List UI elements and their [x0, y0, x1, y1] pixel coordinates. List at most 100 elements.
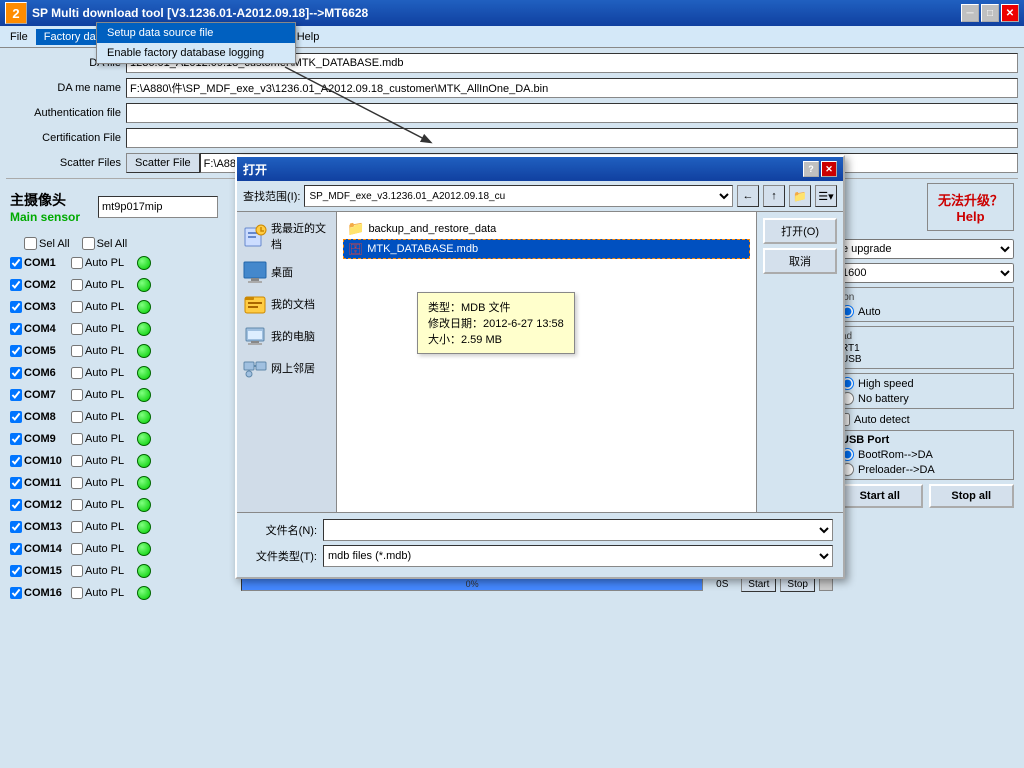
folder-backup-label: backup_and_restore_data — [368, 223, 496, 235]
com2-auto-checkbox[interactable] — [71, 279, 83, 291]
sensor-value-input[interactable] — [98, 196, 218, 218]
sidebar-network[interactable]: 网上邻居 — [237, 352, 336, 384]
da-name-input[interactable] — [126, 78, 1018, 98]
menu-setup-data-source[interactable]: Setup data source file — [97, 23, 295, 43]
com1-checkbox[interactable] — [10, 257, 22, 269]
cert-input[interactable] — [126, 128, 1018, 148]
com6-checkbox[interactable] — [10, 367, 22, 379]
com-row-2: COM2 Auto PL — [6, 274, 241, 296]
com6-label: COM6 — [24, 367, 69, 379]
start-all-button[interactable]: Start all — [837, 484, 923, 508]
nav-back-button[interactable]: ← — [737, 185, 759, 207]
com16-checkbox[interactable] — [10, 587, 22, 599]
auth-input[interactable] — [126, 103, 1018, 123]
com15-auto-checkbox[interactable] — [71, 565, 83, 577]
com-row-14: COM14 Auto PL — [6, 538, 241, 560]
com16-auto-checkbox[interactable] — [71, 587, 83, 599]
sidebar-my-docs[interactable]: 我的文档 — [237, 288, 336, 320]
file-mdb[interactable]: 🗄 MTK_DATABASE.mdb — [343, 239, 750, 259]
com11-auto-label: Auto PL — [85, 477, 135, 489]
com9-checkbox[interactable] — [10, 433, 22, 445]
com3-checkbox[interactable] — [10, 301, 22, 313]
com10-status-dot — [137, 454, 151, 468]
com4-checkbox[interactable] — [10, 323, 22, 335]
stop-all-button[interactable]: Stop all — [929, 484, 1015, 508]
sel-all-1[interactable]: Sel All — [24, 237, 70, 250]
dialog-cancel-button[interactable]: 取消 — [763, 248, 837, 274]
folder-backup[interactable]: 📁 backup_and_restore_data — [343, 218, 750, 239]
sidebar-desktop[interactable]: 桌面 — [237, 256, 336, 288]
com8-auto-checkbox[interactable] — [71, 411, 83, 423]
com4-auto-checkbox[interactable] — [71, 323, 83, 335]
window-icon: 2 — [5, 2, 27, 24]
com10-auto-checkbox[interactable] — [71, 455, 83, 467]
upgrade-help[interactable]: Help — [938, 209, 1003, 224]
dialog-help-button[interactable]: ? — [803, 161, 819, 177]
no-battery-option[interactable]: No battery — [841, 392, 1010, 405]
dialog-path-select[interactable]: SP_MDF_exe_v3.1236.01_A2012.09.18_cu — [304, 185, 733, 207]
com7-auto-checkbox[interactable] — [71, 389, 83, 401]
sidebar-recent-docs[interactable]: 我最近的文档 — [237, 216, 336, 256]
com9-auto-checkbox[interactable] — [71, 433, 83, 445]
com10-checkbox[interactable] — [10, 455, 22, 467]
close-button[interactable]: ✕ — [1001, 4, 1019, 22]
com14-label: COM14 — [24, 543, 69, 555]
maximize-button[interactable]: □ — [981, 4, 999, 22]
da-name-row: DA me name — [6, 77, 1018, 99]
com6-auto-checkbox[interactable] — [71, 367, 83, 379]
upgrade-label: 无法升级？ — [938, 190, 1003, 209]
com16-status-dot — [137, 586, 151, 600]
desktop-label: 桌面 — [271, 264, 293, 280]
menu-file[interactable]: File — [2, 29, 36, 45]
sel-all-2[interactable]: Sel All — [82, 237, 128, 250]
preloader-da-option[interactable]: Preloader-->DA — [841, 463, 1010, 476]
sel-all-checkbox-1[interactable] — [24, 237, 37, 250]
com11-auto-checkbox[interactable] — [71, 477, 83, 489]
com11-status-dot — [137, 476, 151, 490]
nav-up-button[interactable]: ↑ — [763, 185, 785, 207]
com12-checkbox[interactable] — [10, 499, 22, 511]
com15-checkbox[interactable] — [10, 565, 22, 577]
scatter-file-button[interactable]: Scatter File — [126, 153, 200, 173]
com14-checkbox[interactable] — [10, 543, 22, 555]
main-sensor-chinese: 主摄像头 — [10, 190, 66, 210]
upgrade-select[interactable]: e upgrade — [837, 239, 1014, 259]
high-speed-option[interactable]: High speed — [841, 377, 1010, 390]
com14-auto-checkbox[interactable] — [71, 543, 83, 555]
dialog-file-area: 📁 backup_and_restore_data 🗄 MTK_DATABASE… — [337, 212, 756, 512]
filename-input[interactable] — [323, 519, 833, 541]
com-row-12: COM12 Auto PL — [6, 494, 241, 516]
menu-enable-logging[interactable]: Enable factory database logging — [97, 43, 295, 63]
com2-checkbox[interactable] — [10, 279, 22, 291]
com3-label: COM3 — [24, 301, 69, 313]
minimize-button[interactable]: ─ — [961, 4, 979, 22]
filename-label: 文件名(N): — [247, 522, 317, 538]
right-settings-panel: e upgrade 1600 ion Auto ad RT1 — [833, 237, 1018, 604]
com12-auto-checkbox[interactable] — [71, 499, 83, 511]
tooltip-size: 大小：2.59 MB — [428, 331, 564, 347]
com5-checkbox[interactable] — [10, 345, 22, 357]
speed-select[interactable]: 1600 — [837, 263, 1014, 283]
com12-status-dot — [137, 498, 151, 512]
com5-auto-checkbox[interactable] — [71, 345, 83, 357]
nav-view-button[interactable]: ☰▾ — [815, 185, 837, 207]
dialog-open-button[interactable]: 打开(O) — [763, 218, 837, 244]
com7-checkbox[interactable] — [10, 389, 22, 401]
sidebar-my-computer[interactable]: 我的电脑 — [237, 320, 336, 352]
auto-detect-option[interactable]: Auto detect — [837, 413, 1014, 426]
com-row-6: COM6 Auto PL — [6, 362, 241, 384]
com1-auto-checkbox[interactable] — [71, 257, 83, 269]
filetype-select[interactable]: mdb files (*.mdb) — [323, 545, 833, 567]
com8-checkbox[interactable] — [10, 411, 22, 423]
com13-checkbox[interactable] — [10, 521, 22, 533]
dialog-action-buttons: 打开(O) 取消 — [756, 212, 843, 512]
dialog-close-button[interactable]: ✕ — [821, 161, 837, 177]
com16-auto-label: Auto PL — [85, 587, 135, 599]
bootrom-da-option[interactable]: BootRom-->DA — [841, 448, 1010, 461]
nav-newfolder-button[interactable]: 📁 — [789, 185, 811, 207]
sel-all-checkbox-2[interactable] — [82, 237, 95, 250]
com6-auto-label: Auto PL — [85, 367, 135, 379]
com13-auto-checkbox[interactable] — [71, 521, 83, 533]
com3-auto-checkbox[interactable] — [71, 301, 83, 313]
com11-checkbox[interactable] — [10, 477, 22, 489]
